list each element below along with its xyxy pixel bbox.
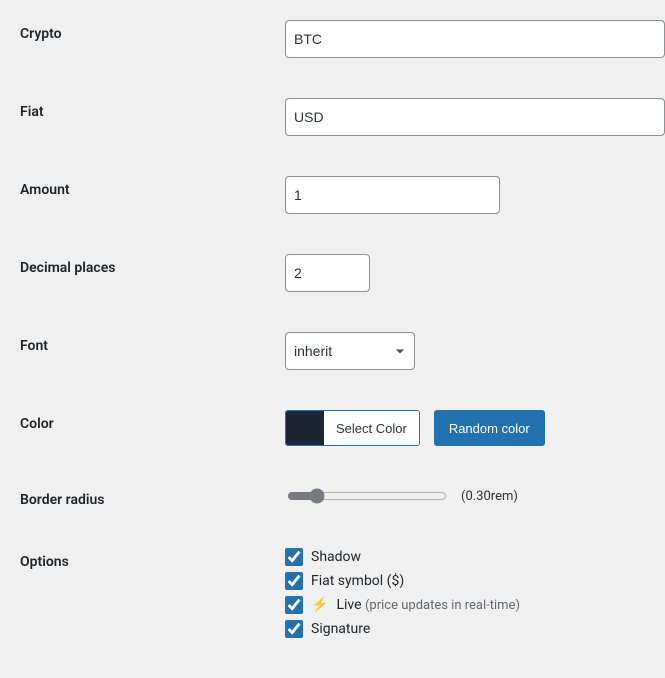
label-decimal-places: Decimal places — [20, 254, 285, 276]
options-list: Shadow Fiat symbol ($) ⚡ Live (price upd… — [285, 548, 655, 638]
row-decimal-places: Decimal places — [0, 234, 665, 312]
checkbox-shadow[interactable] — [285, 548, 303, 566]
label-font: Font — [20, 332, 285, 354]
option-signature-label: Signature — [311, 621, 370, 637]
label-amount: Amount — [20, 176, 285, 198]
fiat-input[interactable] — [285, 98, 665, 136]
row-options: Options Shadow Fiat symbol ($) ⚡ Live (p… — [0, 528, 665, 658]
option-fiat-symbol[interactable]: Fiat symbol ($) — [285, 572, 655, 590]
row-font: Font inherit — [0, 312, 665, 390]
decimal-places-input[interactable] — [285, 254, 370, 292]
option-live[interactable]: ⚡ Live (price updates in real-time) — [285, 596, 655, 614]
amount-input[interactable] — [285, 176, 500, 214]
checkbox-fiat-symbol[interactable] — [285, 572, 303, 590]
option-fiat-symbol-label: Fiat symbol ($) — [311, 573, 404, 589]
label-crypto: Crypto — [20, 20, 285, 42]
row-amount: Amount — [0, 156, 665, 234]
option-shadow-label: Shadow — [311, 549, 361, 565]
checkbox-live[interactable] — [285, 596, 303, 614]
label-border-radius: Border radius — [20, 486, 285, 508]
option-live-label: Live — [336, 597, 361, 613]
row-color: Color Select Color Random color — [0, 390, 665, 466]
option-shadow[interactable]: Shadow — [285, 548, 655, 566]
select-color-button[interactable]: Select Color — [324, 411, 419, 445]
color-swatch[interactable] — [286, 411, 324, 445]
color-picker: Select Color — [285, 410, 420, 446]
label-fiat: Fiat — [20, 98, 285, 120]
border-radius-slider[interactable] — [287, 488, 447, 504]
crypto-input[interactable] — [285, 20, 665, 58]
row-border-radius: Border radius (0.30rem) — [0, 466, 665, 528]
lightning-icon: ⚡ — [311, 597, 328, 613]
border-radius-value: (0.30rem) — [461, 489, 518, 504]
row-crypto: Crypto — [0, 0, 665, 78]
settings-form: Crypto Fiat Amount Decimal places Font i… — [0, 0, 665, 658]
option-live-hint: (price updates in real-time) — [365, 598, 520, 613]
row-fiat: Fiat — [0, 78, 665, 156]
label-options: Options — [20, 548, 285, 570]
random-color-button[interactable]: Random color — [434, 410, 545, 446]
font-select[interactable]: inherit — [285, 332, 415, 370]
label-color: Color — [20, 410, 285, 432]
checkbox-signature[interactable] — [285, 620, 303, 638]
option-signature[interactable]: Signature — [285, 620, 655, 638]
